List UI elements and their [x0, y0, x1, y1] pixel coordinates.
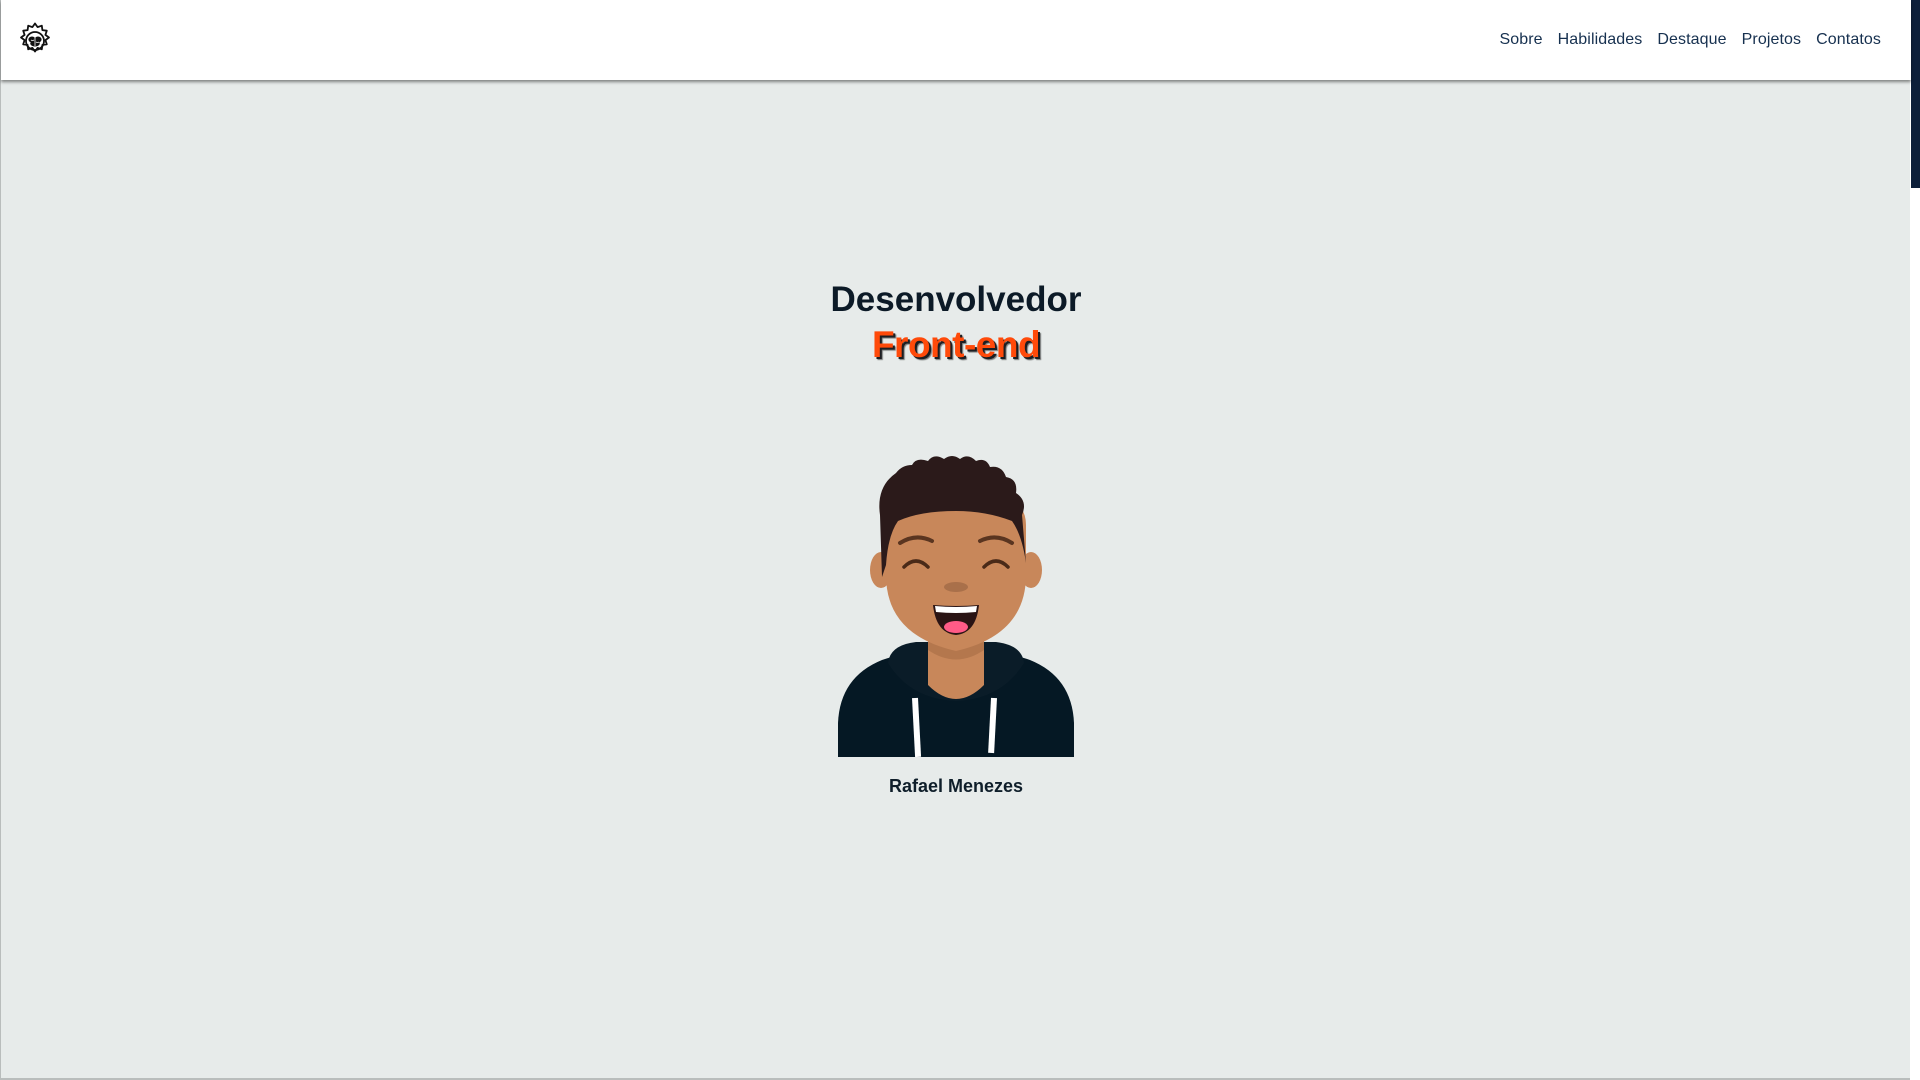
gear-brain-icon[interactable] [15, 20, 55, 60]
avatar-illustration [838, 456, 1074, 757]
nav-link-habilidades[interactable]: Habilidades [1558, 31, 1643, 49]
hero-title: Desenvolvedor Front-end [1, 277, 1911, 367]
scrollbar-thumb[interactable] [1911, 0, 1920, 188]
page: Sobre Habilidades Destaque Projetos Cont… [0, 0, 1920, 1080]
hero-title-highlight: Front-end [871, 324, 1041, 365]
main-content: Sobre Habilidades Destaque Projetos Cont… [0, 0, 1911, 1080]
nav-link-destaque[interactable]: Destaque [1657, 31, 1726, 49]
person-name: Rafael Menezes [888, 776, 1024, 796]
hero-title-line1: Desenvolvedor [830, 280, 1082, 319]
nav-link-contatos[interactable]: Contatos [1816, 31, 1881, 49]
main-nav: Sobre Habilidades Destaque Projetos Cont… [1499, 0, 1881, 80]
nav-link-sobre[interactable]: Sobre [1499, 31, 1542, 49]
nav-link-projetos[interactable]: Projetos [1742, 31, 1802, 49]
site-header: Sobre Habilidades Destaque Projetos Cont… [1, 0, 1911, 80]
